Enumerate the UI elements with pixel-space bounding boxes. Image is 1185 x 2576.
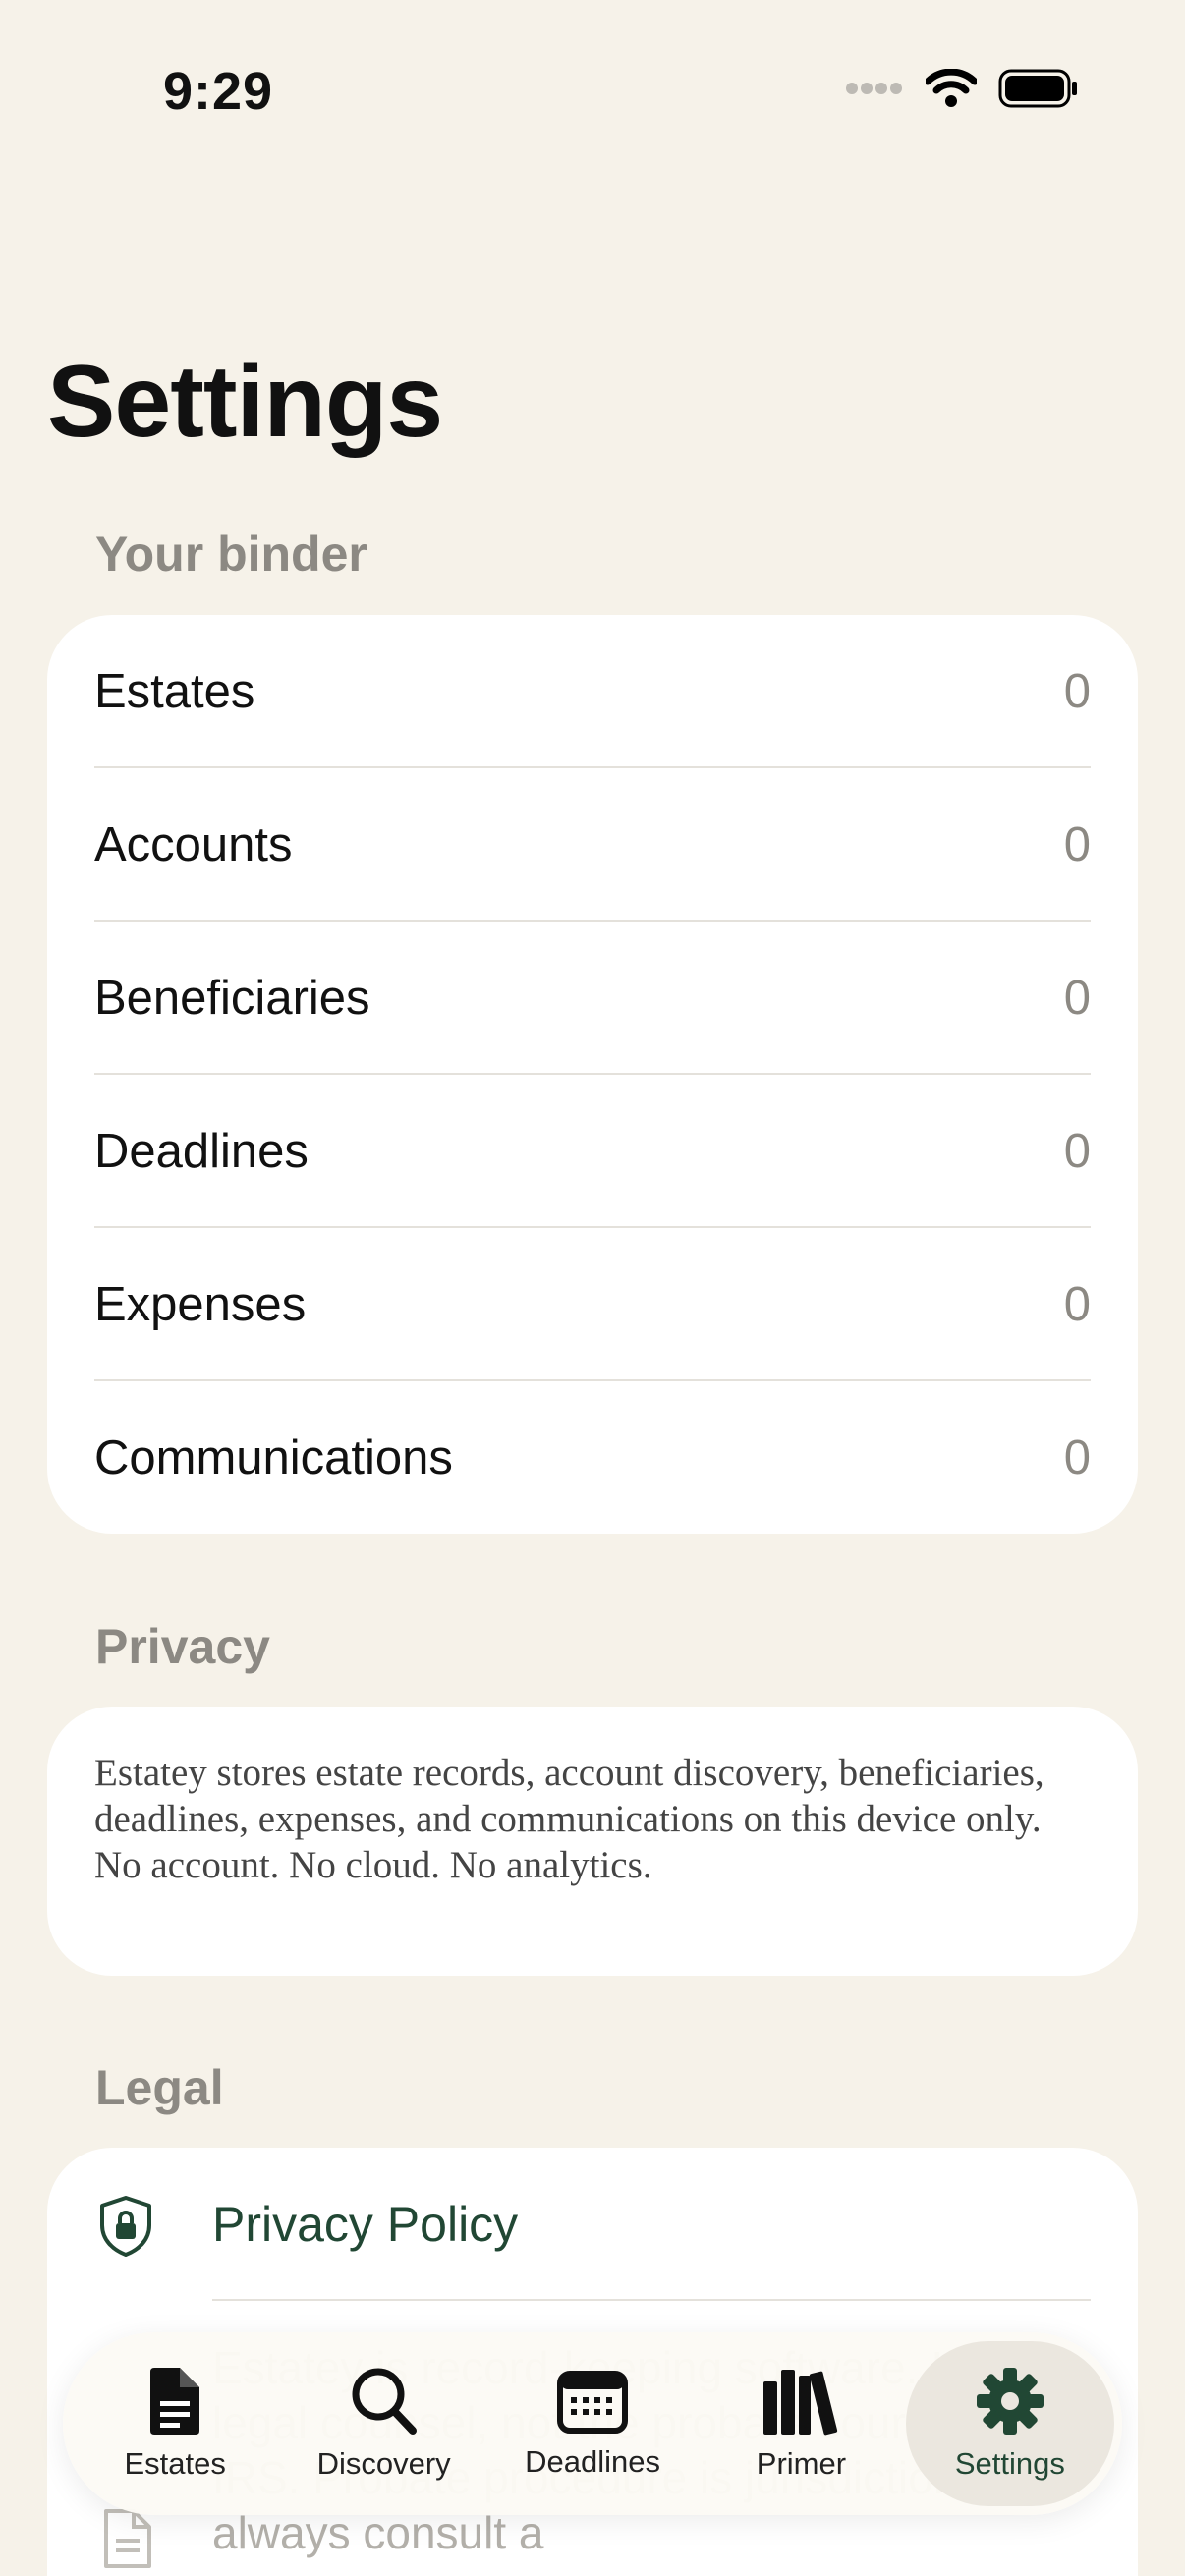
row-label: Estates [94,665,255,718]
document-icon [104,2509,151,2568]
row-label: Deadlines [94,1125,309,1178]
books-icon [763,2370,838,2436]
row-label: Accounts [94,818,293,871]
binder-row-communications[interactable]: Communications 0 [47,1381,1138,1534]
battery-icon [998,69,1077,108]
row-count: 0 [1063,818,1091,871]
status-bar: 9:29 [0,0,1185,192]
tab-deadlines[interactable]: Deadlines [488,2341,697,2506]
page-title: Settings [47,345,443,459]
tab-label: Discovery [316,2446,451,2481]
binder-row-beneficiaries[interactable]: Beneficiaries 0 [47,922,1138,1075]
binder-card: Estates 0 Accounts 0 Beneficiaries 0 Dea… [47,615,1138,1534]
privacy-card: Estatey stores estate records, account d… [47,1707,1138,1976]
row-label: Communications [94,1431,453,1484]
row-count: 0 [1063,665,1091,718]
tab-discovery[interactable]: Discovery [279,2341,487,2506]
tab-label: Primer [756,2446,847,2481]
tab-label: Settings [954,2446,1065,2481]
binder-row-deadlines[interactable]: Deadlines 0 [47,1075,1138,1228]
tab-estates[interactable]: Estates [71,2341,279,2506]
privacy-statement: Estatey stores estate records, account d… [94,1752,1044,1886]
privacy-policy-row[interactable]: Privacy Policy [47,2148,1138,2301]
tab-primer[interactable]: Primer [697,2341,905,2506]
tab-label: Deadlines [525,2444,660,2479]
divider [212,2299,1091,2301]
row-label: Beneficiaries [94,972,370,1025]
status-icons [845,69,1079,108]
status-time: 9:29 [163,62,274,121]
row-label: Expenses [94,1278,307,1331]
cellular-signal-icon [846,83,902,94]
wifi-icon [926,69,977,107]
gear-icon [976,2368,1044,2435]
row-count: 0 [1063,972,1091,1025]
binder-row-estates[interactable]: Estates 0 [47,615,1138,768]
search-icon [352,2368,417,2435]
privacy-section-header: Privacy [95,1619,270,1674]
tab-label: Estates [124,2446,226,2481]
row-count: 0 [1063,1431,1091,1484]
tab-settings[interactable]: Settings [905,2341,1115,2506]
row-count: 0 [1063,1125,1091,1178]
shield-lock-icon [100,2196,151,2257]
document-icon [150,2368,200,2435]
calendar-icon [557,2371,629,2434]
legal-section-header: Legal [95,2060,224,2115]
tab-bar: Estates Discovery Deadlines Primer Setti… [63,2332,1122,2515]
privacy-policy-link[interactable]: Privacy Policy [212,2196,518,2253]
binder-row-accounts[interactable]: Accounts 0 [47,768,1138,922]
row-count: 0 [1063,1278,1091,1331]
binder-section-header: Your binder [95,527,367,582]
binder-row-expenses[interactable]: Expenses 0 [47,1228,1138,1381]
